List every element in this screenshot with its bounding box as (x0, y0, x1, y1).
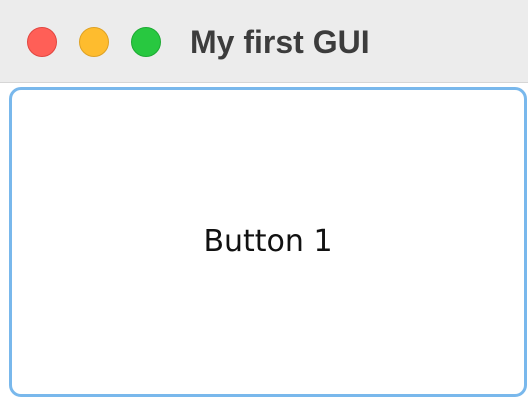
button-1[interactable]: Button 1 (9, 87, 527, 397)
zoom-window-icon[interactable] (131, 27, 161, 57)
application-window: My first GUI Button 1 (0, 0, 528, 399)
minimize-window-icon[interactable] (79, 27, 109, 57)
button-1-label: Button 1 (203, 224, 333, 259)
close-window-icon[interactable] (27, 27, 57, 57)
window-title: My first GUI (190, 24, 370, 60)
window-content: Button 1 (0, 83, 528, 399)
window-titlebar[interactable]: My first GUI (0, 0, 528, 83)
